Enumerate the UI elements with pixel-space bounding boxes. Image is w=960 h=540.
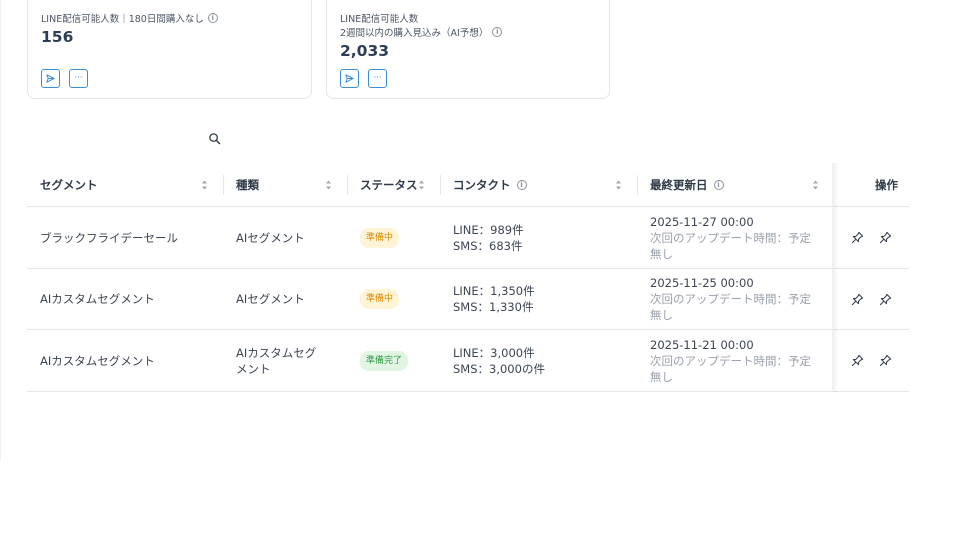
send-icon [46,74,55,83]
segment-type: AIカスタムセグメント [236,345,317,376]
last-updated: 2025-11-27 00:00 次回のアップデート時間：予定無し [650,207,818,268]
info-icon[interactable]: i [713,180,724,190]
table-row[interactable]: AIカスタムセグメント AIセグメント 準備中 LINE：1,350件 SMS：… [27,269,909,330]
more-icon: ··· [74,73,83,83]
segment-type: AIセグメント [236,230,305,245]
status-badge-cell: 準備完了 [360,330,409,391]
next-update-text: 次回のアップデート時間：予定無し [650,353,811,384]
column-divider[interactable] [223,175,224,195]
info-icon[interactable]: i [516,180,527,190]
table-row[interactable]: ブラックフライデーセール AIセグメント 準備中 LINE：989件 SMS：6… [27,207,909,269]
column-header-type[interactable]: 種類 [236,163,259,207]
page-left-divider [0,0,1,460]
column-header-last-updated[interactable]: 最終更新日 i [650,163,724,207]
metric-card-value: 2,033 [340,42,390,60]
last-updated: 2025-11-21 00:00 次回のアップデート時間：予定無し [650,330,818,391]
pin-icon[interactable] [879,354,892,367]
contact-counts: LINE：3,000件 SMS：3,000の件 [453,330,545,391]
contact-line-count: LINE：3,000件 [453,345,535,360]
metric-card-label: LINE配信可能人数｜180日間購入なし i [41,11,218,25]
sort-icon[interactable] [325,180,332,190]
contact-sms-count: SMS：683件 [453,238,523,253]
sort-icon[interactable] [812,180,819,190]
last-updated: 2025-11-25 00:00 次回のアップデート時間：予定無し [650,269,818,330]
column-header-contact[interactable]: コンタクト i [453,163,527,207]
status-badge: 準備完了 [360,350,409,371]
column-divider[interactable] [637,175,638,195]
segment-type: AIセグメント [236,292,305,306]
status-badge: 準備中 [360,227,400,248]
pin-icon[interactable] [851,293,864,306]
column-divider[interactable] [440,175,441,195]
status-badge-cell: 準備中 [360,269,400,330]
sticky-column-shadow [833,163,839,392]
contact-line-count: LINE：989件 [453,222,524,237]
contact-sms-count: SMS：3,000の件 [453,361,545,376]
segment-table: セグメント 種類 ステータス コンタクト i 最終更新日 i 操作 ブラックフライデ… [27,163,909,392]
sort-icon[interactable] [615,180,622,190]
more-options-button[interactable]: ··· [69,69,88,88]
metric-card-ai-forecast: LINE配信可能人数 2週間以内の購入見込み（AI予想） i 2,033 ··· [326,0,610,99]
send-button[interactable] [41,69,60,88]
column-header-segment[interactable]: セグメント [40,163,98,207]
metric-card-inactive-180d: LINE配信可能人数｜180日間購入なし i 156 ··· [27,0,312,99]
pin-icon[interactable] [851,354,864,367]
sort-icon[interactable] [418,180,425,190]
info-icon[interactable]: i [207,13,218,23]
segment-name[interactable]: AIカスタムセグメント [40,269,155,330]
more-icon: ··· [373,73,382,83]
last-updated-datetime: 2025-11-27 00:00 [650,214,754,229]
column-divider[interactable] [347,175,348,195]
next-update-text: 次回のアップデート時間：予定無し [650,230,811,261]
table-header: セグメント 種類 ステータス コンタクト i 最終更新日 i 操作 [27,163,909,207]
segment-name[interactable]: ブラックフライデーセール [40,207,178,268]
metric-card-label-line2: 2週間以内の購入見込み（AI予想） i [340,25,503,39]
pin-icon[interactable] [879,231,892,244]
column-header-status[interactable]: ステータス [360,163,418,207]
table-row[interactable]: AIカスタムセグメント AIカスタムセグメント 準備完了 LINE：3,000件… [27,330,909,392]
info-icon[interactable]: i [492,27,503,37]
search-icon[interactable] [208,132,221,145]
more-options-button[interactable]: ··· [368,69,387,88]
last-updated-datetime: 2025-11-25 00:00 [650,276,754,290]
contact-counts: LINE：1,350件 SMS：1,330件 [453,269,535,330]
metric-card-label-line1: LINE配信可能人数 [340,14,419,25]
status-badge-cell: 準備中 [360,207,400,268]
pin-icon[interactable] [879,293,892,306]
status-badge: 準備中 [360,289,400,309]
last-updated-datetime: 2025-11-21 00:00 [650,337,754,352]
contact-line-count: LINE：1,350件 [453,284,535,298]
contact-sms-count: SMS：1,330件 [453,300,534,314]
send-icon [345,74,354,83]
next-update-text: 次回のアップデート時間：予定無し [650,292,811,322]
segment-name[interactable]: AIカスタムセグメント [40,330,155,391]
column-header-actions: 操作 [875,178,898,192]
contact-counts: LINE：989件 SMS：683件 [453,207,524,268]
sort-icon[interactable] [201,180,208,190]
pin-icon[interactable] [851,231,864,244]
metric-card-value: 156 [41,28,74,46]
send-button[interactable] [340,69,359,88]
